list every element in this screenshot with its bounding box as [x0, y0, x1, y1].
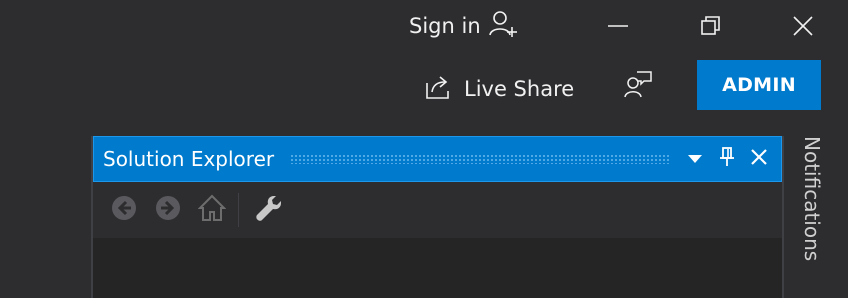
- close-window-button[interactable]: [780, 6, 826, 46]
- live-share-button[interactable]: Live Share: [424, 72, 574, 106]
- home-button[interactable]: [190, 188, 234, 232]
- solution-explorer-panel: Solution Explorer: [91, 136, 784, 298]
- restore-icon: [700, 15, 722, 37]
- properties-button[interactable]: [247, 188, 291, 232]
- close-icon: [792, 15, 814, 37]
- home-icon: [197, 194, 227, 226]
- toolbar-separator: [238, 193, 239, 227]
- solution-explorer-header[interactable]: Solution Explorer: [93, 136, 782, 182]
- notifications-label: Notifications: [800, 136, 824, 262]
- add-person-icon: [488, 10, 519, 43]
- properties-wrench-icon: [254, 193, 284, 227]
- auto-hide-pin-button[interactable]: [711, 143, 743, 175]
- minimize-icon: [607, 15, 629, 37]
- forward-button[interactable]: [146, 188, 190, 232]
- back-button[interactable]: [102, 188, 146, 232]
- admin-button[interactable]: ADMIN: [697, 60, 821, 110]
- sign-in-button[interactable]: Sign in: [409, 10, 519, 43]
- close-icon: [750, 148, 768, 170]
- live-share-label: Live Share: [464, 77, 575, 101]
- window-position-dropdown[interactable]: [679, 143, 711, 175]
- panel-title: Solution Explorer: [103, 147, 275, 171]
- sign-in-label: Sign in: [409, 14, 481, 38]
- forward-icon: [155, 195, 181, 225]
- solution-explorer-toolbar: [93, 182, 782, 238]
- ide-window: Sign in Live Share ADMIN Solution Explor…: [0, 0, 848, 298]
- pin-icon: [719, 147, 735, 171]
- solution-tree-area[interactable]: [93, 238, 782, 298]
- notifications-tab[interactable]: Notifications: [798, 136, 830, 276]
- feedback-button[interactable]: [622, 70, 654, 102]
- feedback-icon: [623, 69, 653, 103]
- drag-grip[interactable]: [290, 154, 669, 164]
- back-icon: [111, 195, 137, 225]
- share-icon: [424, 73, 452, 106]
- restore-button[interactable]: [688, 6, 734, 46]
- dropdown-icon: [687, 150, 703, 169]
- close-panel-button[interactable]: [743, 143, 775, 175]
- minimize-button[interactable]: [595, 6, 641, 46]
